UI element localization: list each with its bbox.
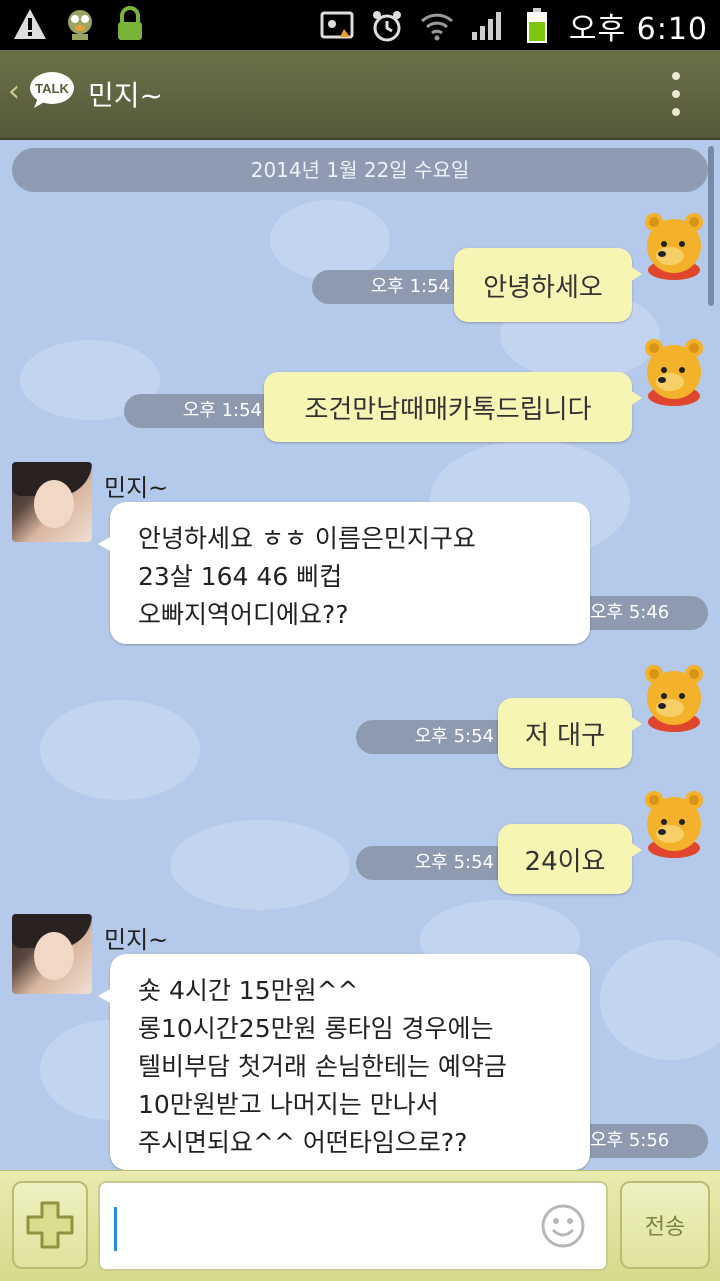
message-time: 오후 1:54 — [124, 394, 284, 428]
my-message-bubble[interactable]: 안녕하세오 — [454, 248, 642, 322]
attach-button[interactable] — [12, 1181, 88, 1269]
app-notification-icon — [62, 6, 98, 42]
chat-area[interactable]: 2014년 1월 22일 수요일 오후 1:54 안녕하세오 오후 1:54 조… — [0, 140, 720, 1170]
warning-icon — [12, 6, 48, 42]
sender-avatar[interactable] — [12, 914, 92, 994]
smiley-icon[interactable] — [540, 1203, 586, 1249]
text-caret — [114, 1207, 117, 1251]
sender-name: 민지~ — [104, 926, 169, 954]
cloud-decoration — [270, 200, 390, 280]
cloud-decoration — [600, 940, 720, 1060]
chat-scrollbar[interactable] — [708, 146, 714, 306]
my-message-bubble[interactable]: 24이요 — [498, 824, 642, 894]
signal-icon — [469, 8, 505, 44]
pooh-profile-icon[interactable] — [640, 786, 708, 860]
pooh-profile-icon[interactable] — [640, 660, 708, 734]
message-time: 오후 5:54 — [356, 720, 516, 754]
sender-avatar[interactable] — [12, 462, 92, 542]
my-message-bubble[interactable]: 조건만남때매카톡드립니다 — [264, 372, 642, 442]
more-vertical-icon[interactable] — [668, 72, 684, 116]
plus-icon — [26, 1201, 74, 1249]
other-message-bubble[interactable]: 안녕하세요 ㅎㅎ 이름은민지구요 23살 164 46 삐컵 오빠지역어디에요?… — [98, 502, 590, 644]
status-time: 오후 6:10 — [568, 12, 708, 47]
message-time: 오후 1:54 — [312, 270, 472, 304]
chat-header: ‹ TALK 민지~ — [0, 50, 720, 140]
cloud-decoration — [40, 700, 200, 800]
battery-icon — [519, 8, 555, 44]
message-time: 오후 5:54 — [356, 846, 516, 880]
alarm-icon — [369, 8, 405, 44]
other-message-bubble[interactable]: 숏 4시간 15만원^^ 롱10시간25만원 롱타임 경우에는 텔비부담 첫거래… — [98, 954, 590, 1170]
chevron-left-icon[interactable]: ‹ — [8, 74, 20, 109]
send-button[interactable]: 전송 — [620, 1181, 710, 1269]
cloud-decoration — [170, 820, 350, 910]
input-bar: 전송 — [0, 1170, 720, 1281]
pooh-profile-icon[interactable] — [640, 334, 708, 408]
lock-icon — [112, 6, 148, 42]
wifi-icon — [419, 8, 455, 44]
pooh-profile-icon[interactable] — [640, 208, 708, 282]
screenshot-icon — [319, 8, 355, 44]
message-input[interactable] — [118, 1183, 540, 1271]
message-input-box[interactable] — [98, 1181, 608, 1271]
sender-name: 민지~ — [104, 474, 169, 502]
status-bar: 오후 6:10 — [0, 0, 720, 50]
talk-logo: TALK — [28, 70, 76, 110]
my-message-bubble[interactable]: 저 대구 — [498, 698, 642, 768]
chat-room-title: 민지~ — [88, 79, 163, 112]
talk-logo-text: TALK — [35, 81, 69, 96]
date-divider: 2014년 1월 22일 수요일 — [12, 148, 708, 192]
